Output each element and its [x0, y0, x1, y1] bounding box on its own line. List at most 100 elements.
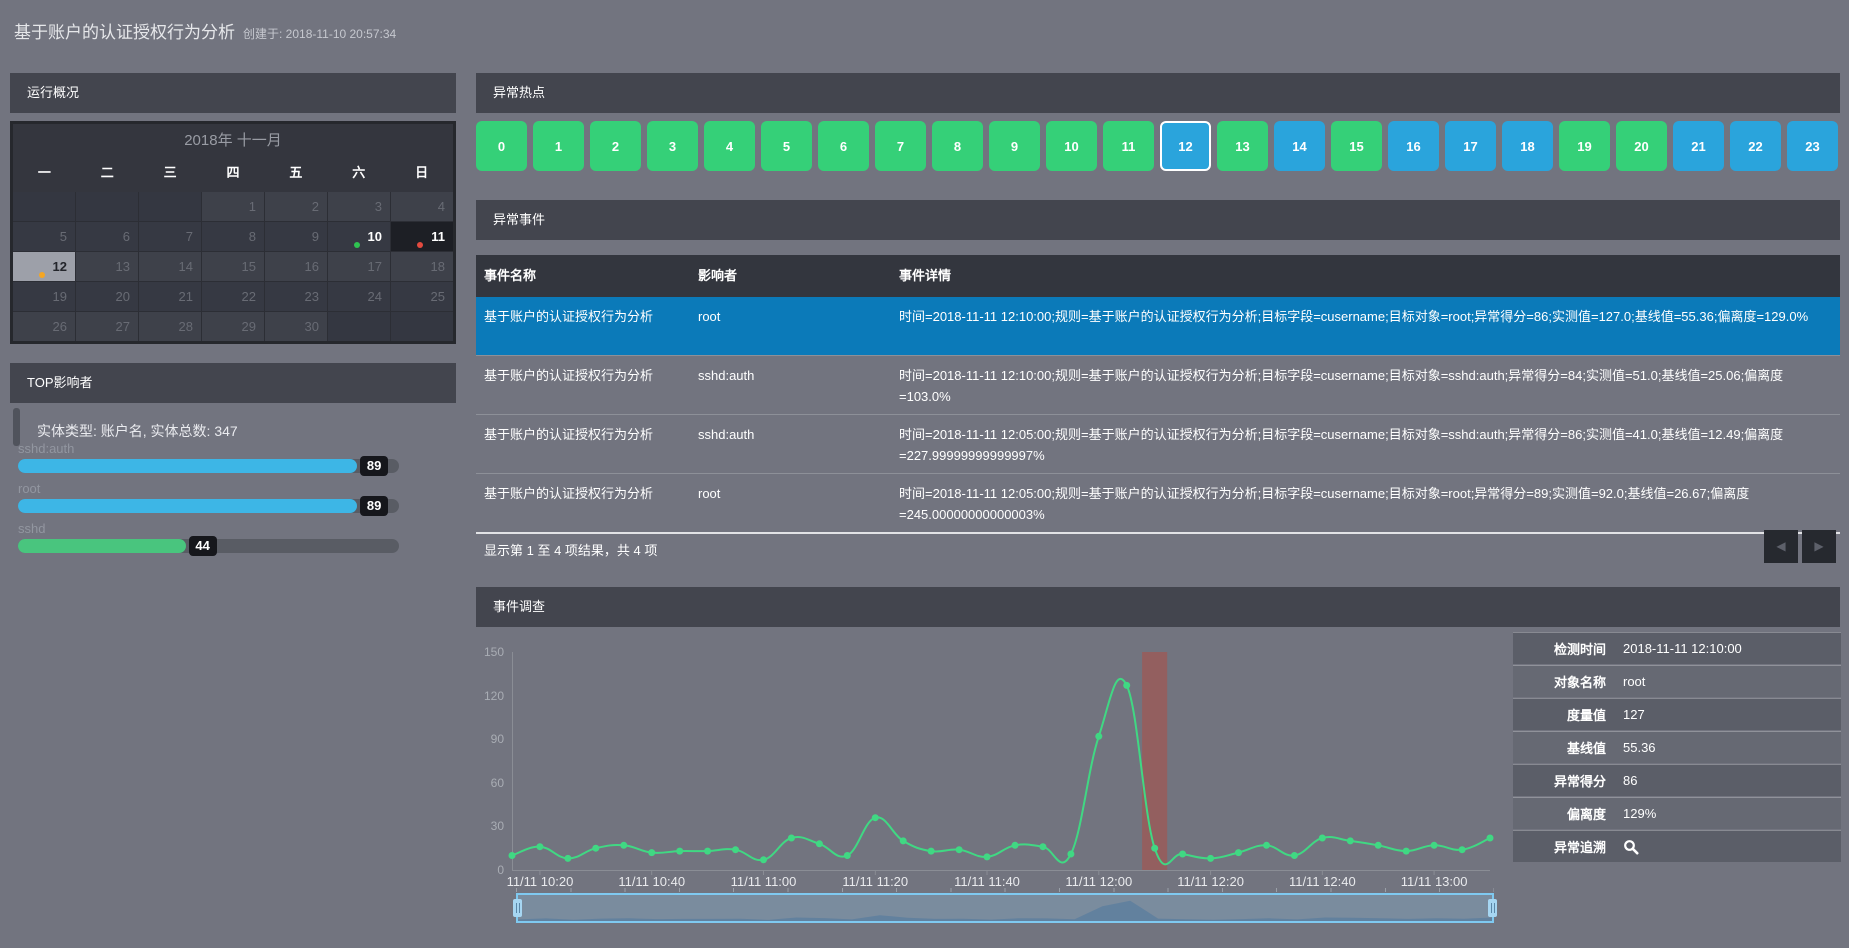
- data-point: [1012, 842, 1019, 849]
- investigation-panel-header: 事件调查: [476, 587, 1840, 627]
- hour-button-9[interactable]: 9: [989, 121, 1040, 171]
- events-table: 事件名称影响者事件详情 基于账户的认证授权行为分析root时间=2018-11-…: [476, 255, 1840, 534]
- calendar-day-cell[interactable]: 4: [391, 192, 453, 221]
- data-point: [1375, 842, 1382, 849]
- calendar-day-cell[interactable]: 26: [13, 312, 75, 341]
- next-page-button[interactable]: ▶: [1802, 530, 1836, 563]
- event-row[interactable]: 基于账户的认证授权行为分析sshd:auth时间=2018-11-11 12:0…: [476, 414, 1840, 473]
- data-point: [928, 848, 935, 855]
- event-row[interactable]: 基于账户的认证授权行为分析root时间=2018-11-11 12:05:00;…: [476, 473, 1840, 532]
- series-line: [512, 679, 1490, 864]
- calendar-day-cell[interactable]: 24: [328, 282, 390, 311]
- calendar-day-cell: [391, 312, 453, 341]
- slider-handle-right[interactable]: [1488, 899, 1497, 917]
- calendar-day-cell[interactable]: 28: [139, 312, 201, 341]
- detail-row: 对象名称root: [1513, 665, 1841, 697]
- hour-button-14[interactable]: 14: [1274, 121, 1325, 171]
- day-marker-dot-orange: [39, 272, 45, 278]
- investigation-panel-title: 事件调查: [493, 599, 545, 614]
- hour-button-22[interactable]: 22: [1730, 121, 1781, 171]
- y-axis-label: 150: [484, 645, 504, 659]
- hour-button-23[interactable]: 23: [1787, 121, 1838, 171]
- calendar-day-cell[interactable]: 12: [13, 252, 75, 281]
- calendar-day-cell[interactable]: 7: [139, 222, 201, 251]
- calendar-day-cell[interactable]: 13: [76, 252, 138, 281]
- calendar-day-cell[interactable]: 30: [265, 312, 327, 341]
- calendar-day-cell[interactable]: 10: [328, 222, 390, 251]
- calendar-day-cell[interactable]: 16: [265, 252, 327, 281]
- weekday-label: 五: [264, 156, 327, 192]
- calendar-day-cell[interactable]: 5: [13, 222, 75, 251]
- calendar-day-cell[interactable]: 6: [76, 222, 138, 251]
- calendar-day-cell[interactable]: 1: [202, 192, 264, 221]
- event-name-cell: 基于账户的认证授权行为分析: [476, 356, 690, 414]
- hour-button-0[interactable]: 0: [476, 121, 527, 171]
- hour-button-3[interactable]: 3: [647, 121, 698, 171]
- slider-handle-left[interactable]: [513, 899, 522, 917]
- calendar-day-cell[interactable]: 29: [202, 312, 264, 341]
- detail-value: [1623, 838, 1639, 855]
- hour-button-5[interactable]: 5: [761, 121, 812, 171]
- data-point: [1459, 846, 1466, 853]
- calendar-day-cell[interactable]: 23: [265, 282, 327, 311]
- x-axis-label: 11/11 12:20: [1177, 874, 1244, 889]
- detail-label: 异常追溯: [1513, 837, 1623, 856]
- calendar-day-cell[interactable]: 20: [76, 282, 138, 311]
- trace-search-icon[interactable]: [1623, 839, 1639, 855]
- data-point: [844, 852, 851, 859]
- hour-button-10[interactable]: 10: [1046, 121, 1097, 171]
- calendar-day-cell[interactable]: 11: [391, 222, 453, 251]
- calendar-day-cell[interactable]: 17: [328, 252, 390, 281]
- hour-button-1[interactable]: 1: [533, 121, 584, 171]
- created-at: 创建于: 2018-11-10 20:57:34: [243, 27, 396, 41]
- page-title: 基于账户的认证授权行为分析: [14, 23, 235, 42]
- hour-button-18[interactable]: 18: [1502, 121, 1553, 171]
- hour-button-13[interactable]: 13: [1217, 121, 1268, 171]
- hour-button-11[interactable]: 11: [1103, 121, 1154, 171]
- calendar-day-cell[interactable]: 22: [202, 282, 264, 311]
- bar-value-badge: 44: [189, 536, 217, 556]
- detail-label: 基线值: [1513, 738, 1623, 757]
- hour-buttons-row: 01234567891011121314151617181920212223: [476, 121, 1840, 171]
- hour-button-8[interactable]: 8: [932, 121, 983, 171]
- bar-track: 44: [18, 539, 399, 553]
- column-header: 事件详情: [891, 255, 1840, 297]
- calendar-day-cell[interactable]: 3: [328, 192, 390, 221]
- data-point: [1151, 845, 1158, 852]
- hour-button-17[interactable]: 17: [1445, 121, 1496, 171]
- event-row[interactable]: 基于账户的认证授权行为分析sshd:auth时间=2018-11-11 12:1…: [476, 355, 1840, 414]
- hour-button-7[interactable]: 7: [875, 121, 926, 171]
- weekday-label: 六: [327, 156, 390, 192]
- hour-button-4[interactable]: 4: [704, 121, 755, 171]
- hour-button-6[interactable]: 6: [818, 121, 869, 171]
- calendar-day-cell[interactable]: 8: [202, 222, 264, 251]
- weekday-label: 三: [139, 156, 202, 192]
- event-detail-cell: 时间=2018-11-11 12:10:00;规则=基于账户的认证授权行为分析;…: [891, 297, 1840, 355]
- detail-value: 127: [1623, 707, 1645, 722]
- event-row[interactable]: 基于账户的认证授权行为分析root时间=2018-11-11 12:10:00;…: [476, 297, 1840, 355]
- detail-value: 55.36: [1623, 740, 1656, 755]
- calendar-day-cell[interactable]: 21: [139, 282, 201, 311]
- calendar-day-cell[interactable]: 18: [391, 252, 453, 281]
- prev-page-button[interactable]: ◀: [1764, 530, 1798, 563]
- calendar-day-cell[interactable]: 19: [13, 282, 75, 311]
- hour-button-16[interactable]: 16: [1388, 121, 1439, 171]
- calendar-day-cell[interactable]: 2: [265, 192, 327, 221]
- column-header: 影响者: [690, 255, 891, 297]
- hour-button-21[interactable]: 21: [1673, 121, 1724, 171]
- calendar-title: 2018年 十一月: [13, 124, 453, 156]
- calendar: 2018年 十一月 一二三四五六日 1234567891011121314151…: [10, 121, 456, 344]
- hour-button-19[interactable]: 19: [1559, 121, 1610, 171]
- hour-button-2[interactable]: 2: [590, 121, 641, 171]
- calendar-day-cell[interactable]: 25: [391, 282, 453, 311]
- hour-button-15[interactable]: 15: [1331, 121, 1382, 171]
- calendar-day-cell[interactable]: 15: [202, 252, 264, 281]
- calendar-day-cell[interactable]: 9: [265, 222, 327, 251]
- hour-button-20[interactable]: 20: [1616, 121, 1667, 171]
- detail-row: 异常追溯: [1513, 830, 1841, 862]
- calendar-day-cell[interactable]: 14: [139, 252, 201, 281]
- calendar-day-cell[interactable]: 27: [76, 312, 138, 341]
- hour-button-12[interactable]: 12: [1160, 121, 1211, 171]
- range-slider[interactable]: [516, 893, 1494, 923]
- bar-fill: [18, 459, 357, 473]
